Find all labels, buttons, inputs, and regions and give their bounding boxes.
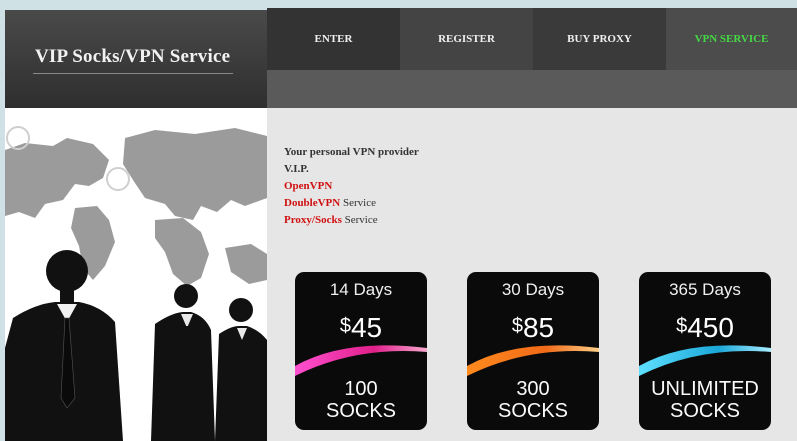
- hero-illustration: [5, 126, 267, 441]
- plan-quantity: 300 SOCKS: [467, 378, 599, 422]
- nav-buy-proxy[interactable]: BUY PROXY: [533, 8, 666, 70]
- nav-register[interactable]: REGISTER: [400, 8, 533, 70]
- price-currency: $: [676, 315, 688, 337]
- plan-card-365-days[interactable]: 365 Days $450 UNLIMITED SOCKS: [639, 272, 771, 430]
- intro-line-openvpn: OpenVPN: [284, 180, 333, 192]
- qty-line1: UNLIMITED: [651, 378, 759, 400]
- proxy-highlight: Proxy/Socks: [284, 214, 342, 226]
- qty-line1: 100: [344, 378, 378, 400]
- businessmen-silhouette: [5, 250, 267, 441]
- intro-line-proxy: Proxy/Socks Service: [284, 212, 419, 229]
- plan-period: 14 Days: [329, 280, 393, 299]
- main-nav: ENTER REGISTER BUY PROXY VPN SERVICE: [267, 8, 797, 70]
- orange-wave-graphic: [467, 345, 599, 376]
- main-content: Your personal VPN provider V.I.P. OpenVP…: [267, 108, 797, 441]
- qty-line2: SOCKS: [325, 400, 397, 422]
- nav-vpn-service[interactable]: VPN SERVICE: [666, 8, 797, 70]
- qty-line2: SOCKS: [497, 400, 569, 422]
- qty-line1: 300: [516, 378, 550, 400]
- intro-line-doublevpn: DoubleVPN Service: [284, 195, 419, 212]
- title-underline: [33, 73, 233, 74]
- site-header-brand: VIP Socks/VPN Service: [5, 10, 267, 108]
- site-title[interactable]: VIP Socks/VPN Service: [35, 46, 230, 68]
- price-currency: $: [339, 315, 351, 337]
- qty-line2: SOCKS: [669, 400, 741, 422]
- nav-enter[interactable]: ENTER: [267, 8, 400, 70]
- proxy-rest: Service: [341, 214, 378, 226]
- cyan-wave-graphic: [639, 345, 771, 376]
- plan-period: 365 Days: [669, 280, 741, 299]
- page-frame: VIP Socks/VPN Service ENTER REGISTER BUY…: [0, 0, 797, 441]
- plan-card-14-days[interactable]: 14 Days $45 100 SOCKS: [295, 272, 427, 430]
- price-currency: $: [511, 315, 523, 337]
- sub-nav-bar: [267, 70, 797, 108]
- intro-text: Your personal VPN provider V.I.P. OpenVP…: [284, 144, 419, 229]
- intro-line-vip: V.I.P.: [284, 163, 309, 175]
- doublevpn-rest: Service: [340, 197, 376, 209]
- hero-image-business-people-world-map: [5, 108, 267, 441]
- plan-period: 30 Days: [501, 280, 565, 299]
- magenta-wave-graphic: [295, 345, 427, 376]
- world-map-silhouette: [5, 128, 267, 286]
- plan-card-30-days[interactable]: 30 Days $85 300 SOCKS: [467, 272, 599, 430]
- doublevpn-highlight: DoubleVPN: [284, 197, 341, 209]
- plan-quantity: UNLIMITED SOCKS: [639, 378, 771, 422]
- plan-quantity: 100 SOCKS: [295, 378, 427, 422]
- intro-line-provider: Your personal VPN provider: [284, 146, 419, 158]
